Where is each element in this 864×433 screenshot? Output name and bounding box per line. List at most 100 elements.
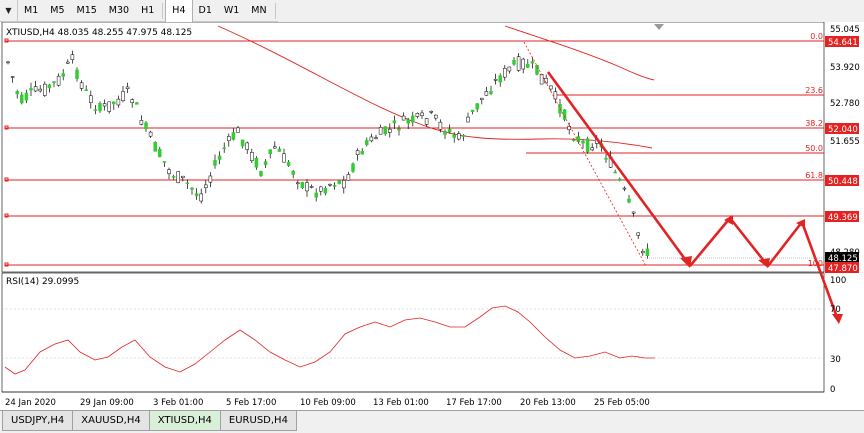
candle-body xyxy=(443,131,447,135)
candle-body xyxy=(296,182,300,185)
candle-body xyxy=(75,69,79,79)
candle-body xyxy=(56,75,61,86)
candle-body xyxy=(489,91,493,94)
timeframe-w1[interactable]: W1 xyxy=(218,0,245,22)
time-axis-label: 13 Feb 01:00 xyxy=(373,398,429,408)
candle-body xyxy=(346,174,351,181)
price-axis-label: 53.920 xyxy=(830,63,860,73)
candle-body xyxy=(332,185,337,187)
chart-area[interactable]: XTIUSD,H4 48.035 48.255 47.975 48.125 0.… xyxy=(0,22,864,410)
candle-body xyxy=(61,73,65,77)
candle-body xyxy=(245,142,249,150)
candle-body xyxy=(282,153,286,163)
candle-body xyxy=(498,75,502,83)
candle-body xyxy=(452,134,456,138)
candle-body xyxy=(305,182,309,192)
candle-body xyxy=(70,54,75,61)
symbol-tabs: USDJPY,H4 XAUUSD,H4 XTIUSD,H4 EURUSD,H4 xyxy=(0,410,864,433)
candle-body xyxy=(411,115,415,123)
price-badge: 52.040 xyxy=(828,125,858,135)
candle-body xyxy=(521,58,525,70)
timeframe-h1[interactable]: H1 xyxy=(135,0,160,22)
candle-body xyxy=(383,126,387,135)
candle-body xyxy=(29,88,33,91)
candle-body xyxy=(135,102,139,105)
price-badge: 54.641 xyxy=(828,38,858,48)
candle-body xyxy=(250,152,254,161)
candle-body xyxy=(516,56,521,71)
candle-body xyxy=(171,176,176,178)
rsi-frame xyxy=(1,272,825,393)
candle-body xyxy=(300,182,305,189)
candle-body xyxy=(254,157,259,168)
price-axis: 55.045 53.920 52.780 51.655 48.280 xyxy=(830,25,860,258)
candle-body xyxy=(79,82,84,89)
candle-body xyxy=(328,183,332,186)
candle-body xyxy=(604,157,608,160)
candle-body xyxy=(539,73,544,85)
toolbar-separator xyxy=(162,2,164,19)
candle-body xyxy=(144,122,148,130)
candle-body xyxy=(217,155,222,160)
candle-body xyxy=(199,193,203,202)
candle-body xyxy=(20,94,24,104)
timeframe-mn[interactable]: MN xyxy=(245,0,272,22)
candle-body xyxy=(360,151,364,155)
toolbar-dropdown-icon[interactable]: ▼ xyxy=(0,0,18,22)
toolbar-fill xyxy=(277,0,864,22)
main-chart-frame xyxy=(1,22,825,273)
candle-body xyxy=(636,232,640,236)
candle-body xyxy=(424,118,429,125)
candle-body xyxy=(374,137,378,140)
price-axis-label: 51.655 xyxy=(830,137,860,147)
timeframe-m1[interactable]: M1 xyxy=(18,0,44,22)
rsi-axis: 100 70 30 0 xyxy=(830,276,846,395)
candle-body xyxy=(139,120,144,125)
candle-body xyxy=(204,184,208,189)
candle-body xyxy=(33,86,38,92)
candle-body xyxy=(613,171,617,174)
time-axis-label: 25 Feb 05:00 xyxy=(594,398,650,408)
candle-body xyxy=(572,139,576,141)
rsi-axis-label: 30 xyxy=(830,355,841,365)
timeframe-m5[interactable]: M5 xyxy=(44,0,70,22)
tab-usdjpy[interactable]: USDJPY,H4 xyxy=(2,411,74,431)
candle-body xyxy=(130,99,134,103)
timeframe-d1[interactable]: D1 xyxy=(193,0,218,22)
rsi-label: RSI(14) 29.0995 xyxy=(6,277,79,287)
chart-header: XTIUSD,H4 48.035 48.255 47.975 48.125 xyxy=(6,28,192,38)
candle-body xyxy=(392,120,397,124)
candle-body xyxy=(263,161,268,166)
candle-body xyxy=(645,248,650,256)
tab-xauusd[interactable]: XAUUSD,H4 xyxy=(72,411,150,431)
time-axis-label: 5 Feb 17:00 xyxy=(226,398,276,408)
timeframe-h4[interactable]: H4 xyxy=(165,0,193,22)
candle-body xyxy=(526,63,530,68)
candle-body xyxy=(475,103,479,110)
tab-xtiusd[interactable]: XTIUSD,H4 xyxy=(148,411,221,431)
candle-body xyxy=(167,169,171,174)
timeframe-m30[interactable]: M30 xyxy=(103,0,135,22)
candle-body xyxy=(434,114,438,119)
candle-body xyxy=(585,138,590,153)
candle-body xyxy=(47,84,52,89)
candle-body xyxy=(507,66,512,72)
time-axis-label: 24 Jan 2020 xyxy=(5,398,56,408)
time-axis-label: 20 Feb 13:00 xyxy=(520,398,576,408)
timeframe-toolbar: ▼ M1 M5 M15 M30 H1 H4 D1 W1 MN xyxy=(0,0,864,22)
fib-label: 61.8 xyxy=(805,171,823,180)
candle-body xyxy=(240,139,245,147)
candle-body xyxy=(351,163,355,172)
candle-body xyxy=(581,140,585,144)
candle-body xyxy=(162,161,167,163)
candle-body xyxy=(194,193,199,197)
tab-eurusd[interactable]: EURUSD,H4 xyxy=(219,411,297,431)
candle-body xyxy=(107,101,111,112)
candle-body xyxy=(176,171,180,184)
candle-body xyxy=(213,160,217,166)
candle-body xyxy=(429,111,433,113)
candle-body xyxy=(420,112,424,116)
candle-body xyxy=(447,128,452,133)
timeframe-m15[interactable]: M15 xyxy=(71,0,103,22)
time-axis-label: 10 Feb 09:00 xyxy=(300,398,356,408)
